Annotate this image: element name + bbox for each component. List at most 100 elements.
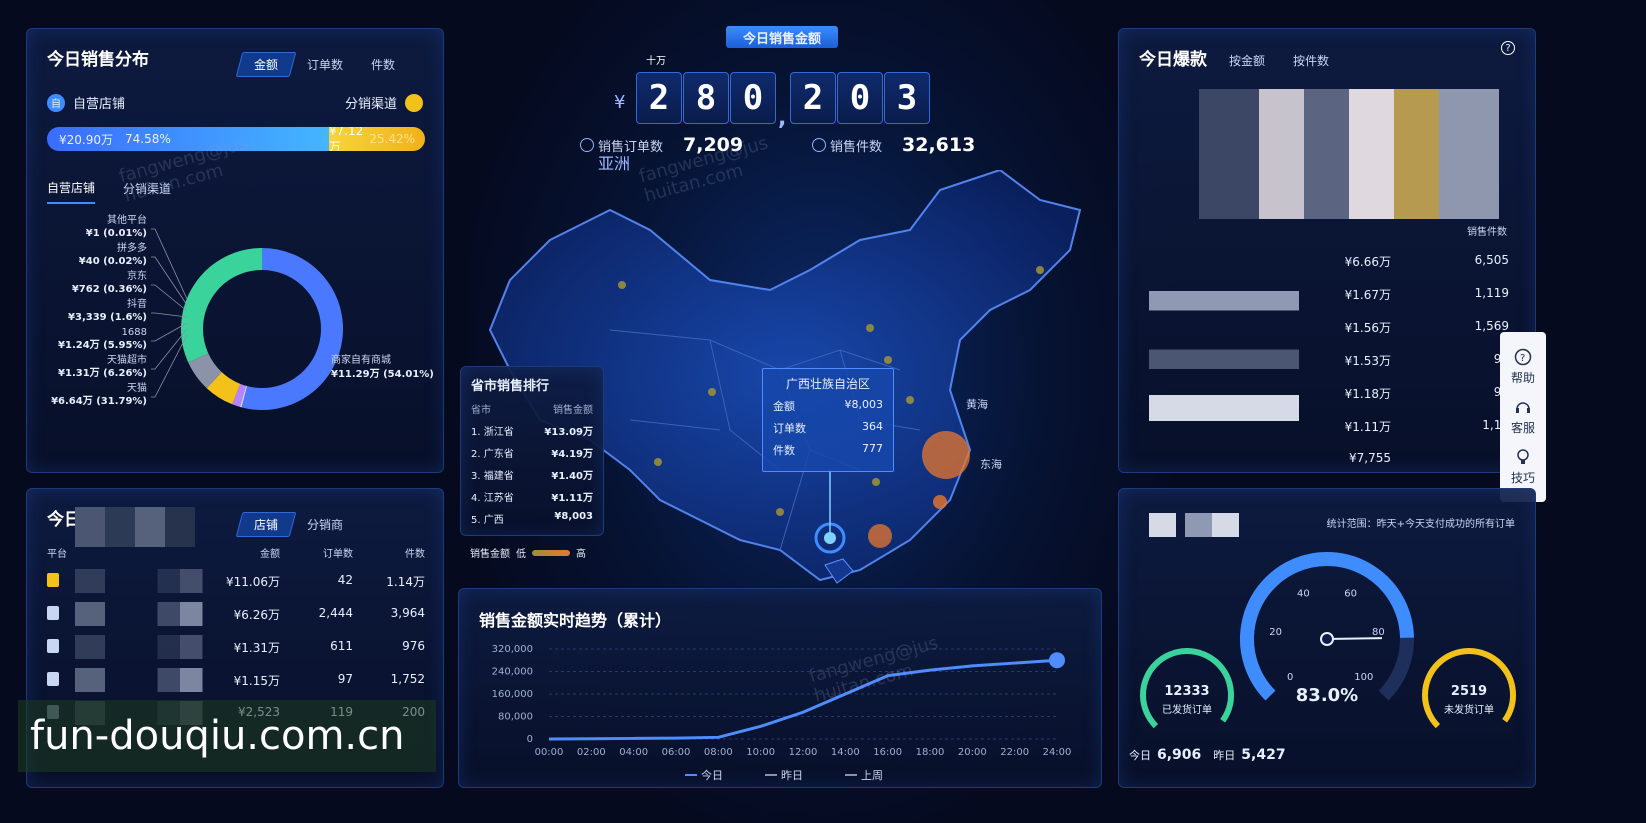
pixelated-store-name [75,602,225,626]
donut-slice[interactable] [241,248,343,410]
tab-items[interactable]: 件数 [357,53,409,76]
tab-orders[interactable]: 订单数 [293,53,357,76]
help-question-icon[interactable]: ? [1501,41,1515,55]
platform-icon [47,639,59,653]
hot-products-panel: 今日爆款 按金额 按件数 ? 销售件数 ¥6.66万 6,505 ¥1.67万 1,1… [1118,28,1536,473]
x-tick-label: 16:00 [873,747,902,758]
x-tick-label: 24:00 [1043,747,1072,758]
counter-digit: 2 [636,72,682,124]
legend-label[interactable]: 昨日 [781,769,803,782]
province-row[interactable]: 4. 江苏省 ¥1.11万 [471,489,593,511]
subtab-self-store[interactable]: 自营店铺 [47,179,96,204]
x-tick-label: 10:00 [746,747,775,758]
donut-leader-line [151,284,188,312]
donut-label-name: 京东 [127,269,147,282]
province-name: 1. 浙江省 [471,427,514,438]
province-row[interactable]: 1. 浙江省 ¥13.09万 [471,423,593,445]
items-label: 销售件数 [830,139,883,155]
counter-digit: 2 [790,72,836,124]
channel-badge-icon [405,93,423,112]
self-pct: 74.58% [125,132,171,146]
tips-button[interactable]: 技巧 [1511,448,1535,486]
col-items: 件数 [405,549,425,560]
y-tick-label: 80,000 [498,712,533,723]
hotspot-guangxi-core [824,532,836,544]
x-tick-label: 20:00 [958,747,987,758]
donut-label-name: 商家自有商城 [331,353,391,366]
orders-value: 7,209 [683,134,744,156]
table-row[interactable]: ¥6.66万 6,505 [1139,249,1517,282]
donut-label-name: 1688 [122,327,147,338]
gauge-tick-label: 20 [1269,627,1282,638]
legend-label[interactable]: 上周 [861,769,883,782]
donut-label-name: 天猫超市 [107,353,147,366]
ring-label: 未发货订单 [1444,703,1494,716]
donut-slice[interactable] [181,248,263,363]
service-button[interactable]: 客服 [1511,398,1535,436]
yellow-sea-label: 黄海 [966,397,988,411]
donut-label-value: ¥1.31万 (6.26%) [58,367,147,379]
table-row[interactable]: ¥11.06万 42 1.14万 [47,567,425,600]
panel-title: 今日爆款 [1139,50,1207,70]
table-row[interactable]: ¥7,7554 [1139,447,1517,480]
x-tick-label: 00:00 [535,747,564,758]
pixelated-redaction [75,507,195,547]
sales-distribution-panel: 今日销售分布 金额 订单数 件数 自 自营店铺 分销渠道 ¥20.90万 74.… [26,28,444,473]
donut-slice[interactable] [206,371,241,405]
self-amount: ¥20.90万 [59,132,113,147]
x-tick-label: 18:00 [916,747,945,758]
self-store-label: 自营店铺 [73,97,126,112]
cell-amount: ¥1.53万 [1344,354,1391,368]
legend-gradient [532,549,570,556]
donut-slice[interactable] [188,352,223,389]
province-row[interactable]: 3. 福建省 ¥1.40万 [471,467,593,489]
ring-label: 已发货订单 [1162,703,1212,716]
map-legend: 销售金额 低 高 [470,549,586,560]
channel-label: 分销渠道 [344,97,397,112]
donut-label-value: ¥1 (0.01%) [86,228,147,239]
donut-slice[interactable] [232,383,247,407]
counter-digit: 3 [884,72,930,124]
donut-label-name: 其他平台 [107,213,147,226]
currency-symbol: ¥ [614,92,626,113]
counter-separator: , [778,106,787,131]
table-row[interactable]: ¥1.15万 97 1,752 [47,666,425,699]
x-tick-label: 12:00 [789,747,818,758]
tab-store[interactable]: 店铺 [235,512,297,537]
gauge-needle [1326,637,1383,640]
y-tick-label: 0 [527,734,533,745]
subtab-channel[interactable]: 分销渠道 [123,180,171,203]
tab-distributor[interactable]: 分销商 [293,513,357,536]
cell-amount: ¥6.26万 [233,608,280,622]
pixelated-store-name [75,668,225,692]
y-tick-label: 240,000 [492,667,533,678]
tab-amount[interactable]: 金额 [235,52,297,77]
tab-by-items[interactable]: 按件数 [1279,49,1343,72]
cell-amount: ¥1.18万 [1344,387,1391,401]
tooltip-items-row: 件数 777 [773,442,883,457]
donut-leader-line [151,334,188,398]
cell-orders: 97 [337,672,353,686]
split-bar: ¥20.90万 74.58% ¥7.12万 25.42% [47,127,425,151]
shipping-gauges: 0 20 40 60 80 100 83.0% 12333 已发货订单 2519 未发货订单 [1140,552,1516,742]
province-row[interactable]: 2. 广东省 ¥4.19万 [471,445,593,467]
tooltip-orders-row: 订单数 364 [773,420,883,435]
donut-leader-line [151,312,188,318]
cell-items: 3,964 [390,606,425,620]
platform-icon [47,606,59,620]
self-store-badge-icon: 自 [47,93,65,112]
help-button[interactable]: ? 帮助 [1511,348,1535,386]
x-tick-label: 02:00 [577,747,606,758]
x-tick-label: 08:00 [704,747,733,758]
gauge-tick-label: 80 [1372,627,1385,638]
pixelated-title [1149,513,1239,537]
cell-amount: ¥1.67万 [1344,288,1391,302]
province-row[interactable]: 5. 广西 ¥8,003 [471,511,593,533]
table-row[interactable]: ¥1.31万 611 976 [47,633,425,666]
legend-label[interactable]: 今日 [701,768,723,782]
cell-orders: 2,444 [318,606,353,620]
donut-label-value: ¥1.24万 (5.95%) [58,339,147,351]
cell-amount: ¥1.31万 [233,641,280,655]
table-row[interactable]: ¥6.26万 2,444 3,964 [47,600,425,633]
tab-by-amount[interactable]: 按金额 [1215,49,1279,72]
